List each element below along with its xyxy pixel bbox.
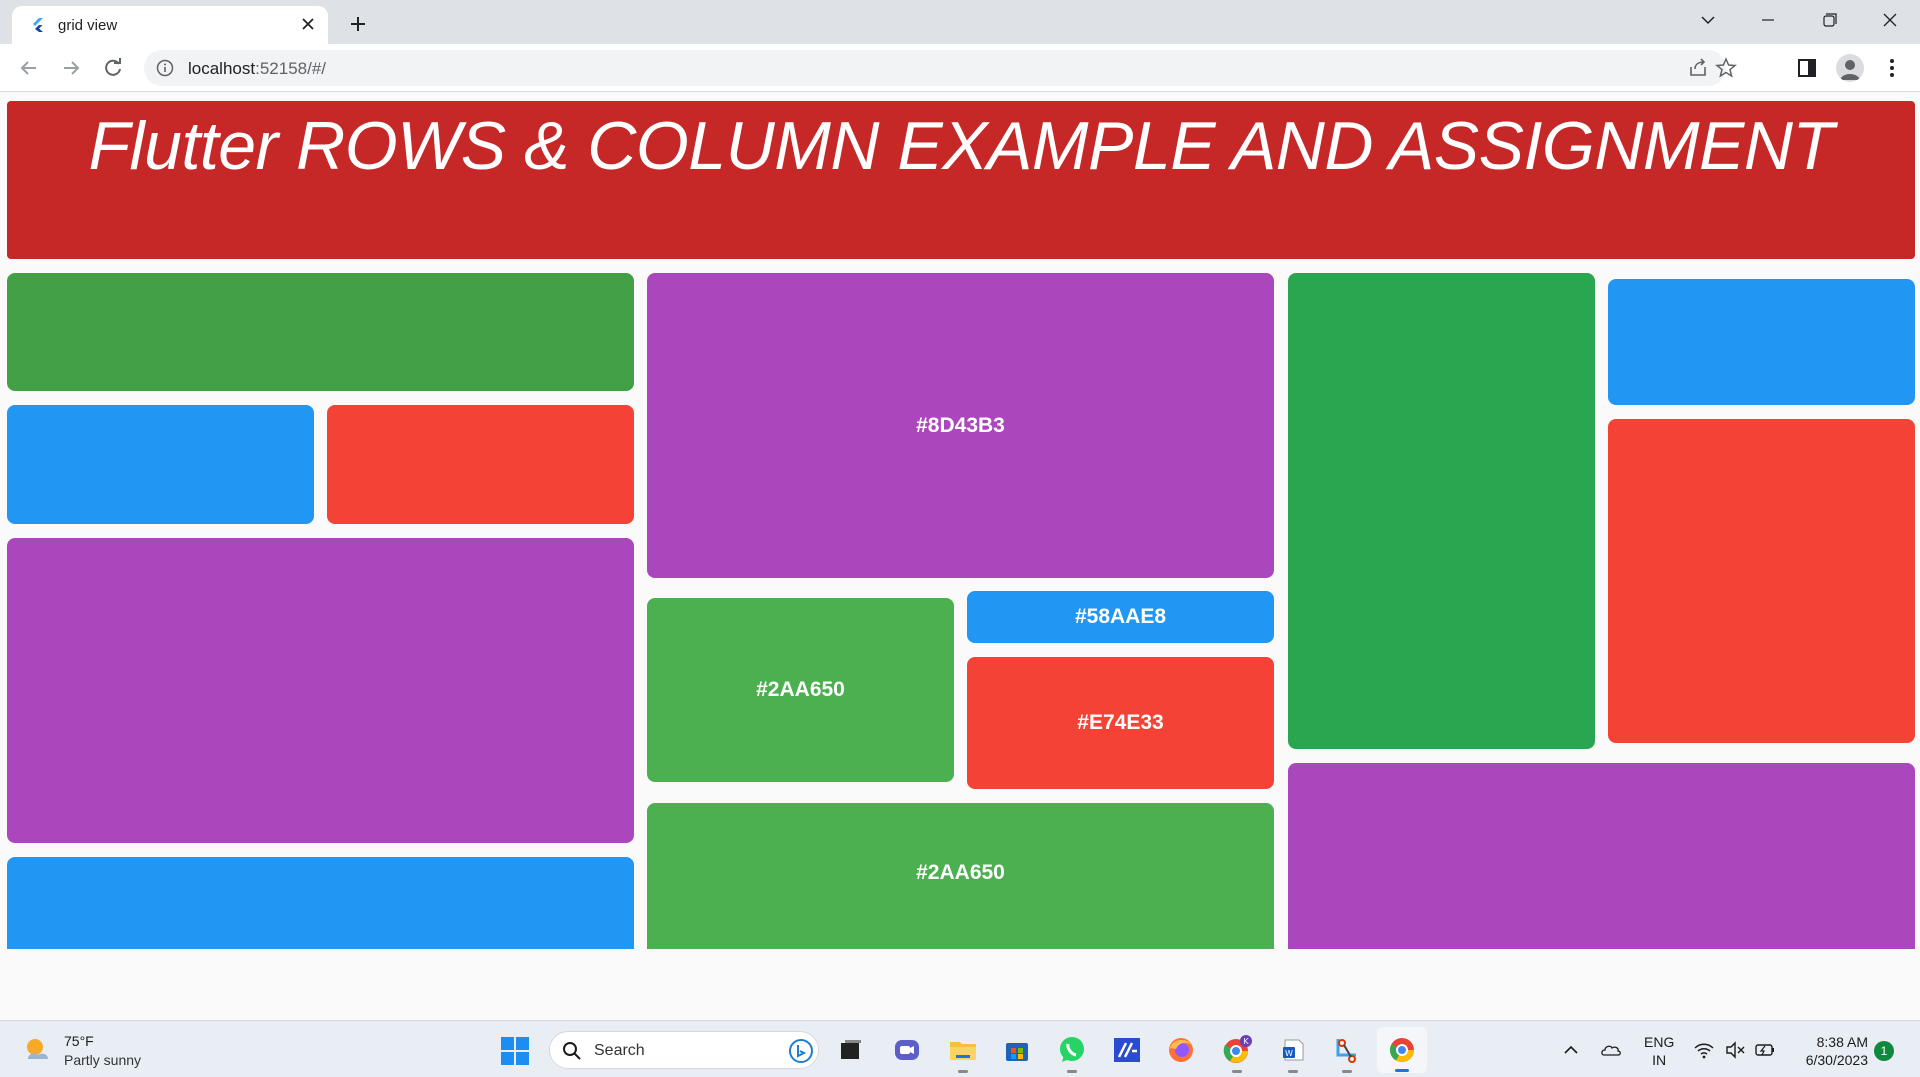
word-icon: W bbox=[1283, 1039, 1304, 1061]
browser-tab[interactable]: grid view bbox=[12, 6, 328, 44]
dark-green-tall-box bbox=[1288, 273, 1595, 749]
weather-description[interactable]: Partly sunny bbox=[64, 1052, 141, 1068]
blue-box-labeled: #58AAE8 bbox=[967, 591, 1274, 643]
whatsapp-app[interactable] bbox=[1055, 1033, 1089, 1073]
clock-date: 6/30/2023 bbox=[1805, 1052, 1868, 1068]
blue-box-right bbox=[1608, 279, 1915, 405]
running-indicator bbox=[1232, 1070, 1242, 1073]
minimize-icon[interactable] bbox=[1750, 6, 1786, 34]
windows-start-icon[interactable] bbox=[500, 1036, 530, 1066]
snipping-tool-icon bbox=[1336, 1039, 1356, 1063]
running-indicator bbox=[958, 1070, 968, 1073]
chrome-profile-app[interactable]: K bbox=[1220, 1033, 1254, 1073]
teams-chat-app[interactable] bbox=[890, 1033, 924, 1067]
address-bar[interactable]: localhost:52158/#/ bbox=[144, 50, 1737, 86]
flutter-icon bbox=[33, 18, 43, 32]
tab-search-icon[interactable] bbox=[1690, 6, 1726, 34]
clock-time: 8:38 AM bbox=[1816, 1034, 1868, 1050]
profile-icon bbox=[1840, 60, 1860, 80]
notification-badge[interactable]: 1 bbox=[1874, 1041, 1894, 1061]
language-code: ENG bbox=[1644, 1034, 1675, 1050]
volume-muted-icon[interactable] bbox=[1724, 1039, 1746, 1061]
task-view-icon bbox=[841, 1040, 861, 1059]
color-label: #E74E33 bbox=[1077, 711, 1164, 734]
file-explorer-app[interactable] bbox=[946, 1033, 980, 1073]
purple-box-labeled: #8D43B3 bbox=[647, 273, 1274, 578]
app-canvas: Flutter ROWS & COLUMN EXAMPLE AND ASSIGN… bbox=[0, 93, 1920, 1020]
back-icon[interactable] bbox=[16, 55, 42, 81]
firefox-app[interactable] bbox=[1164, 1033, 1198, 1067]
folder-icon bbox=[950, 1042, 976, 1060]
side-panel-icon[interactable] bbox=[1795, 56, 1819, 80]
windows-taskbar: 75°F Partly sunny Search K W ENG IN 8:38… bbox=[0, 1020, 1920, 1077]
task-view-app[interactable] bbox=[834, 1033, 868, 1067]
red-box-labeled: #E74E33 bbox=[967, 657, 1274, 789]
teams-chat-icon bbox=[895, 1040, 919, 1060]
chrome-app-active[interactable] bbox=[1377, 1027, 1427, 1073]
firefox-icon bbox=[1169, 1038, 1193, 1062]
color-label: #8D43B3 bbox=[916, 413, 1005, 437]
search-icon bbox=[563, 1042, 581, 1060]
running-indicator bbox=[1395, 1069, 1409, 1072]
header-banner: Flutter ROWS & COLUMN EXAMPLE AND ASSIGN… bbox=[7, 101, 1915, 259]
color-label: #2AA650 bbox=[756, 678, 845, 701]
green-box bbox=[7, 273, 634, 391]
close-window-icon[interactable] bbox=[1872, 6, 1908, 34]
visual-studio-app[interactable] bbox=[1110, 1033, 1144, 1067]
chrome-profile-icon: K bbox=[1223, 1035, 1252, 1063]
browser-titlebar: grid view bbox=[0, 0, 1920, 44]
running-indicator bbox=[1288, 1070, 1298, 1073]
info-icon[interactable] bbox=[156, 59, 174, 77]
taskbar-search[interactable]: Search bbox=[549, 1031, 819, 1069]
forward-icon[interactable] bbox=[58, 55, 84, 81]
green-box-labeled: #2AA650 bbox=[647, 598, 954, 782]
blue-box bbox=[7, 405, 314, 524]
menu-kebab-icon[interactable] bbox=[1880, 56, 1904, 80]
running-indicator bbox=[1342, 1070, 1352, 1073]
profile-avatar[interactable] bbox=[1836, 54, 1864, 82]
close-tab-icon[interactable] bbox=[296, 12, 320, 36]
weather-partly-sunny-icon[interactable] bbox=[20, 1033, 54, 1067]
whatsapp-icon bbox=[1060, 1037, 1084, 1062]
purple-box bbox=[7, 538, 634, 843]
content-footer-space bbox=[0, 949, 1920, 1020]
battery-charging-icon[interactable] bbox=[1754, 1039, 1776, 1061]
weather-temperature[interactable]: 75°F bbox=[64, 1033, 94, 1049]
snipping-tool-app[interactable] bbox=[1330, 1033, 1364, 1073]
region-code: IN bbox=[1652, 1052, 1667, 1068]
system-clock[interactable]: 8:38 AM 6/30/2023 bbox=[1792, 1033, 1868, 1069]
search-placeholder: Search bbox=[594, 1042, 645, 1059]
chevron-up-icon[interactable] bbox=[1560, 1039, 1582, 1061]
wifi-icon[interactable] bbox=[1693, 1039, 1715, 1061]
onedrive-cloud-icon[interactable] bbox=[1600, 1039, 1622, 1061]
red-box-right bbox=[1608, 419, 1915, 743]
word-app[interactable]: W bbox=[1276, 1033, 1310, 1073]
url-host: localhost bbox=[188, 59, 256, 78]
share-icon[interactable] bbox=[1686, 56, 1710, 80]
bing-icon[interactable] bbox=[788, 1038, 814, 1064]
restore-icon[interactable] bbox=[1811, 6, 1847, 34]
new-tab-icon[interactable] bbox=[344, 10, 372, 38]
svg-text:K: K bbox=[1243, 1037, 1249, 1046]
tab-title: grid view bbox=[58, 17, 118, 34]
svg-text:W: W bbox=[1285, 1049, 1293, 1058]
color-label: #58AAE8 bbox=[1074, 605, 1167, 628]
color-label: #2AA650 bbox=[916, 861, 1005, 884]
page-title: Flutter ROWS & COLUMN EXAMPLE AND ASSIGN… bbox=[88, 108, 1834, 184]
reload-icon[interactable] bbox=[100, 55, 126, 81]
microsoft-store-app[interactable] bbox=[1000, 1033, 1034, 1067]
url-path: :52158/#/ bbox=[255, 59, 327, 78]
language-indicator[interactable]: ENG IN bbox=[1644, 1033, 1674, 1069]
studio-icon bbox=[1114, 1038, 1140, 1062]
running-indicator bbox=[1067, 1070, 1077, 1073]
store-icon bbox=[1006, 1043, 1028, 1061]
bookmark-star-icon[interactable] bbox=[1714, 56, 1738, 80]
red-box bbox=[327, 405, 634, 524]
url-text[interactable]: localhost:52158/#/ bbox=[188, 59, 326, 79]
chrome-icon bbox=[1389, 1038, 1414, 1063]
browser-toolbar: localhost:52158/#/ bbox=[0, 44, 1920, 92]
